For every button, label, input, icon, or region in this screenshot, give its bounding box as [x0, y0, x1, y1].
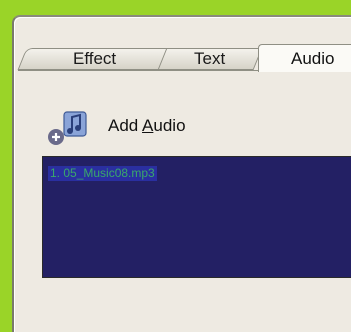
tab-text[interactable]: Text [157, 48, 263, 70]
add-audio-icon [48, 111, 87, 145]
tab-audio-label: Audio [291, 48, 335, 68]
list-item[interactable]: 1. 05_Music08.mp3 [48, 166, 157, 181]
tab-effect-label: Effect [73, 49, 117, 68]
tab-audio[interactable]: Audio [258, 44, 351, 72]
add-audio-label: Add Audio [108, 116, 186, 135]
tab-divider [18, 70, 258, 71]
tab-effect[interactable]: Effect [17, 48, 173, 70]
add-audio-button[interactable]: Add Audio [44, 106, 186, 146]
tab-text-label: Text [194, 49, 226, 68]
audio-list[interactable]: 1. 05_Music08.mp3 [42, 156, 351, 278]
